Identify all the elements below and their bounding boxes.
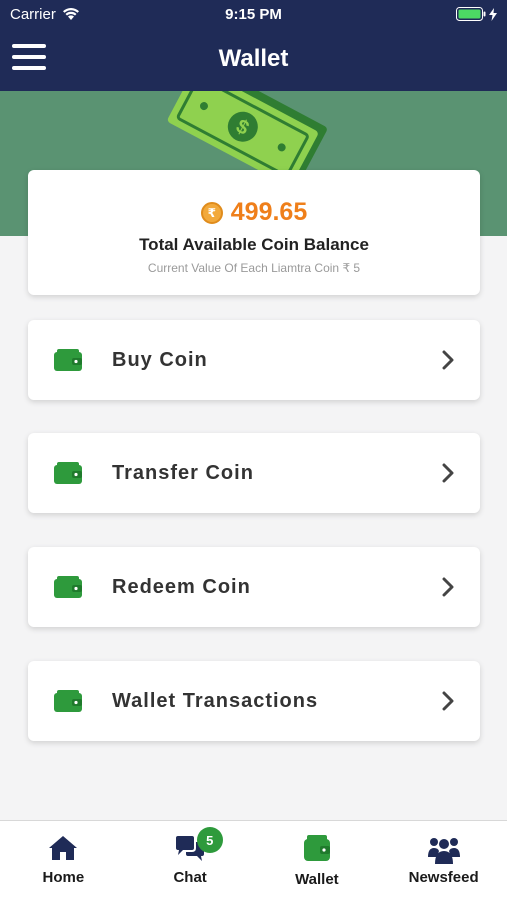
chevron-right-icon bbox=[442, 463, 454, 483]
wallet-icon bbox=[54, 576, 82, 598]
chevron-right-icon bbox=[442, 350, 454, 370]
charging-bolt-icon bbox=[489, 7, 497, 21]
wallet-icon bbox=[54, 462, 82, 484]
balance-label: Total Available Coin Balance bbox=[139, 235, 369, 254]
bottom-tab-bar: Home 5 Chat Wallet Newsfeed bbox=[0, 820, 507, 900]
chevron-right-icon bbox=[442, 691, 454, 711]
people-icon bbox=[427, 838, 460, 864]
balance-row: ₹ 499.65 bbox=[28, 198, 480, 227]
buy-coin-button[interactable]: Buy Coin bbox=[28, 320, 480, 400]
battery-icon bbox=[456, 7, 486, 21]
status-bar: Carrier 9:15 PM bbox=[0, 0, 507, 28]
tab-chat-label: Chat bbox=[173, 869, 207, 886]
battery-indicator bbox=[456, 7, 497, 21]
tab-wallet[interactable]: Wallet bbox=[254, 821, 381, 900]
tab-wallet-label: Wallet bbox=[295, 871, 339, 888]
home-icon bbox=[49, 836, 78, 860]
redeem-coin-label: Redeem Coin bbox=[112, 576, 251, 598]
carrier-label: Carrier bbox=[10, 6, 56, 23]
rupee-coin-icon: ₹ bbox=[200, 201, 223, 224]
balance-card: ₹ 499.65 Total Available Coin Balance Cu… bbox=[28, 170, 480, 295]
wallet-icon bbox=[54, 349, 82, 371]
nav-bar: Wallet bbox=[0, 28, 507, 91]
wallet-transactions-button[interactable]: Wallet Transactions bbox=[28, 661, 480, 741]
money-banknotes-icon: $ bbox=[167, 91, 327, 181]
transfer-coin-button[interactable]: Transfer Coin bbox=[28, 433, 480, 513]
balance-amount: 499.65 bbox=[230, 198, 308, 226]
tab-newsfeed[interactable]: Newsfeed bbox=[380, 821, 507, 900]
buy-coin-label: Buy Coin bbox=[112, 349, 208, 371]
page-title: Wallet bbox=[218, 45, 289, 72]
coin-value-note: Current Value Of Each Liamtra Coin ₹ 5 bbox=[147, 261, 361, 275]
redeem-coin-button[interactable]: Redeem Coin bbox=[28, 547, 480, 627]
transfer-coin-label: Transfer Coin bbox=[112, 462, 254, 484]
wallet-transactions-label: Wallet Transactions bbox=[112, 690, 319, 712]
chevron-right-icon bbox=[442, 577, 454, 597]
tab-newsfeed-label: Newsfeed bbox=[408, 869, 479, 886]
wifi-icon bbox=[62, 8, 79, 20]
tab-chat[interactable]: 5 Chat bbox=[127, 821, 254, 900]
chat-unread-badge: 5 bbox=[196, 827, 223, 853]
wallet-icon bbox=[303, 835, 330, 861]
tab-home-label: Home bbox=[42, 869, 85, 886]
wallet-icon bbox=[54, 690, 82, 712]
tab-home[interactable]: Home bbox=[0, 821, 127, 900]
carrier-info: Carrier bbox=[10, 6, 80, 23]
